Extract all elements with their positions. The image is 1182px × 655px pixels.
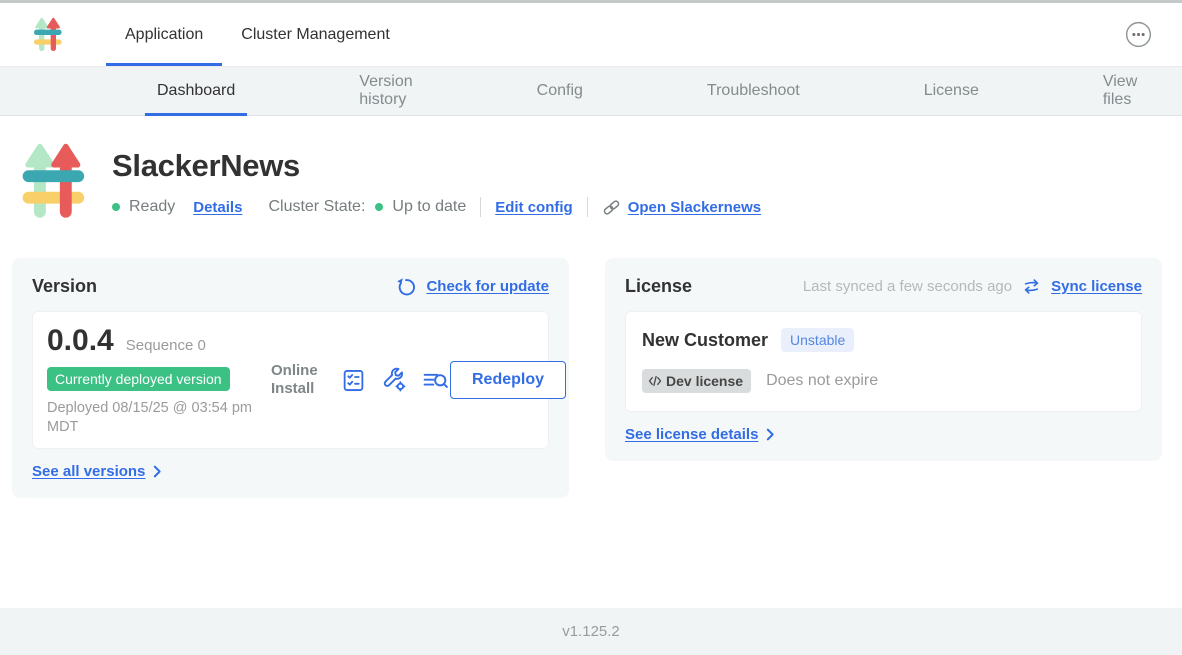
subnav-item-version-history[interactable]: Version history <box>347 67 424 115</box>
license-type-badge: Dev license <box>642 369 751 393</box>
subnav-item-dashboard[interactable]: Dashboard <box>145 67 247 115</box>
sync-license-link[interactable]: Sync license <box>1051 278 1142 295</box>
cluster-state-dot <box>375 203 383 211</box>
top-navbar: Application Cluster Management <box>0 3 1182 67</box>
logs-search-icon[interactable] <box>422 368 450 393</box>
console-footer: v1.125.2 <box>0 608 1182 655</box>
code-icon <box>648 375 662 387</box>
subnav-item-config[interactable]: Config <box>525 67 595 115</box>
current-version-panel: 0.0.4 Sequence 0 Currently deployed vers… <box>32 311 549 449</box>
sync-arrows-icon <box>1022 277 1041 296</box>
check-for-update-link[interactable]: Check for update <box>426 278 549 295</box>
dashboard-main: SlackerNews Ready Details Cluster State:… <box>0 116 1182 498</box>
app-status-dot <box>112 203 120 211</box>
last-synced-text: Last synced a few seconds ago <box>803 278 1012 295</box>
app-logo-icon <box>33 16 64 53</box>
redeploy-button[interactable]: Redeploy <box>450 361 566 399</box>
subnav-troubleshoot-label: Troubleshoot <box>707 82 800 100</box>
license-panel: New Customer Unstable Dev license <box>625 311 1142 412</box>
more-menu-button[interactable] <box>1125 21 1152 48</box>
license-card: License Last synced a few seconds ago Sy… <box>605 258 1162 461</box>
subnav-item-troubleshoot[interactable]: Troubleshoot <box>695 67 812 115</box>
link-chain-icon <box>602 198 621 217</box>
see-license-details-link[interactable]: See license details <box>625 426 758 443</box>
subnav-item-license[interactable]: License <box>912 67 991 115</box>
subnav-config-label: Config <box>537 82 583 100</box>
cluster-state-label: Cluster State: <box>268 198 365 216</box>
license-type-label: Dev license <box>666 373 743 389</box>
tab-application-label: Application <box>125 26 203 44</box>
cluster-state-value: Up to date <box>392 198 466 216</box>
wrench-gear-icon[interactable] <box>381 367 407 393</box>
subnav-license-label: License <box>924 82 979 100</box>
header-tabs: Application Cluster Management <box>106 3 409 66</box>
deployed-badge: Currently deployed version <box>47 367 230 391</box>
sequence-label: Sequence 0 <box>126 337 206 354</box>
chevron-right-icon <box>153 465 162 478</box>
subnav-dashboard-label: Dashboard <box>157 82 235 100</box>
channel-badge: Unstable <box>781 328 854 352</box>
version-card: Version Check for update 0.0.4 Sequ <box>12 258 569 498</box>
details-link[interactable]: Details <box>193 199 242 216</box>
ellipsis-icon <box>1125 21 1152 48</box>
preflight-checklist-icon[interactable] <box>341 368 366 393</box>
subnav-version-history-label: Version history <box>359 73 412 109</box>
subnav-item-view-files[interactable]: View files <box>1091 67 1149 115</box>
subnav-view-files-label: View files <box>1103 73 1137 109</box>
license-card-title: License <box>625 276 692 297</box>
footer-version: v1.125.2 <box>562 623 620 640</box>
chevron-right-icon <box>766 428 775 441</box>
refresh-icon <box>396 277 416 297</box>
app-subnav: Dashboard Version history Config Trouble… <box>0 67 1182 116</box>
customer-name: New Customer <box>642 330 768 351</box>
app-icon <box>20 140 90 222</box>
app-status-text: Ready <box>129 198 175 216</box>
version-number: 0.0.4 <box>47 324 114 358</box>
version-card-title: Version <box>32 276 97 297</box>
divider <box>587 197 588 217</box>
tab-cluster-management-label: Cluster Management <box>241 26 390 44</box>
see-all-versions-link[interactable]: See all versions <box>32 463 145 480</box>
tab-application[interactable]: Application <box>106 3 222 66</box>
page-title: SlackerNews <box>112 148 761 184</box>
divider <box>480 197 481 217</box>
expiry-text: Does not expire <box>766 372 878 390</box>
install-type-label: Online Install <box>271 362 325 398</box>
deployed-timestamp: Deployed 08/15/25 @ 03:54 pm MDT <box>47 399 252 436</box>
tab-cluster-management[interactable]: Cluster Management <box>222 3 409 66</box>
open-app-link[interactable]: Open Slackernews <box>628 199 761 216</box>
edit-config-link[interactable]: Edit config <box>495 199 573 216</box>
